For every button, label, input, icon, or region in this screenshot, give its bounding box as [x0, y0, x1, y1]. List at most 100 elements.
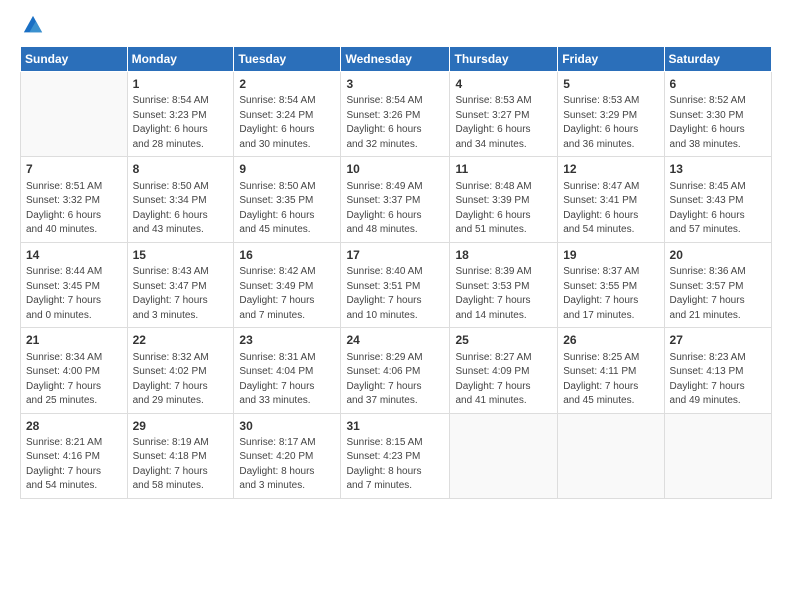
day-info: Sunset: 3:47 PM [133, 280, 229, 295]
day-info: Daylight: 7 hours [239, 294, 335, 309]
day-number: 18 [455, 247, 552, 264]
day-info: Sunrise: 8:23 AM [670, 351, 766, 366]
day-info: Sunrise: 8:47 AM [563, 180, 658, 195]
day-info: Sunset: 3:34 PM [133, 194, 229, 209]
calendar-day-cell: 15Sunrise: 8:43 AMSunset: 3:47 PMDayligh… [127, 242, 234, 327]
day-number: 24 [346, 332, 444, 349]
day-info: and 7 minutes. [239, 309, 335, 324]
calendar-day-cell: 24Sunrise: 8:29 AMSunset: 4:06 PMDayligh… [341, 328, 450, 413]
header-cell-sunday: Sunday [21, 47, 128, 72]
day-info: Daylight: 7 hours [670, 294, 766, 309]
day-info: and 3 minutes. [133, 309, 229, 324]
day-info: Sunrise: 8:50 AM [133, 180, 229, 195]
day-info: Sunrise: 8:36 AM [670, 265, 766, 280]
day-info: Sunset: 4:18 PM [133, 450, 229, 465]
day-info: and 45 minutes. [563, 394, 658, 409]
day-info: Sunrise: 8:31 AM [239, 351, 335, 366]
calendar-day-cell: 7Sunrise: 8:51 AMSunset: 3:32 PMDaylight… [21, 157, 128, 242]
day-number: 14 [26, 247, 122, 264]
day-info: and 49 minutes. [670, 394, 766, 409]
header-cell-wednesday: Wednesday [341, 47, 450, 72]
day-number: 22 [133, 332, 229, 349]
day-info: and 54 minutes. [563, 223, 658, 238]
calendar-day-cell: 23Sunrise: 8:31 AMSunset: 4:04 PMDayligh… [234, 328, 341, 413]
day-info: Daylight: 6 hours [239, 123, 335, 138]
day-info: and 0 minutes. [26, 309, 122, 324]
day-info: Daylight: 7 hours [26, 294, 122, 309]
day-number: 9 [239, 161, 335, 178]
day-info: and 28 minutes. [133, 138, 229, 153]
day-info: Daylight: 7 hours [346, 294, 444, 309]
day-info: Daylight: 7 hours [670, 380, 766, 395]
header [20, 16, 772, 36]
day-info: Sunset: 3:24 PM [239, 109, 335, 124]
calendar-day-cell: 31Sunrise: 8:15 AMSunset: 4:23 PMDayligh… [341, 413, 450, 498]
day-info: Daylight: 7 hours [455, 294, 552, 309]
calendar-day-cell: 2Sunrise: 8:54 AMSunset: 3:24 PMDaylight… [234, 72, 341, 157]
day-info: Sunrise: 8:15 AM [346, 436, 444, 451]
day-info: and 32 minutes. [346, 138, 444, 153]
day-number: 10 [346, 161, 444, 178]
day-info: Sunset: 3:55 PM [563, 280, 658, 295]
day-info: and 36 minutes. [563, 138, 658, 153]
day-info: and 41 minutes. [455, 394, 552, 409]
day-info: and 38 minutes. [670, 138, 766, 153]
day-info: Daylight: 6 hours [455, 209, 552, 224]
day-number: 5 [563, 76, 658, 93]
header-cell-friday: Friday [558, 47, 664, 72]
calendar-day-cell [558, 413, 664, 498]
calendar-day-cell [21, 72, 128, 157]
day-info: and 17 minutes. [563, 309, 658, 324]
day-info: Sunset: 4:02 PM [133, 365, 229, 380]
day-info: Sunset: 3:23 PM [133, 109, 229, 124]
day-info: and 30 minutes. [239, 138, 335, 153]
day-info: Daylight: 7 hours [133, 294, 229, 309]
calendar-week-row: 21Sunrise: 8:34 AMSunset: 4:00 PMDayligh… [21, 328, 772, 413]
header-cell-saturday: Saturday [664, 47, 771, 72]
day-info: and 29 minutes. [133, 394, 229, 409]
day-info: Sunrise: 8:42 AM [239, 265, 335, 280]
calendar-day-cell: 20Sunrise: 8:36 AMSunset: 3:57 PMDayligh… [664, 242, 771, 327]
day-info: Sunset: 4:04 PM [239, 365, 335, 380]
calendar-day-cell: 5Sunrise: 8:53 AMSunset: 3:29 PMDaylight… [558, 72, 664, 157]
day-info: and 57 minutes. [670, 223, 766, 238]
calendar: SundayMondayTuesdayWednesdayThursdayFrid… [20, 46, 772, 499]
day-info: Sunset: 4:09 PM [455, 365, 552, 380]
day-info: Sunrise: 8:32 AM [133, 351, 229, 366]
day-info: and 7 minutes. [346, 479, 444, 494]
day-number: 21 [26, 332, 122, 349]
day-info: Sunrise: 8:50 AM [239, 180, 335, 195]
day-info: and 33 minutes. [239, 394, 335, 409]
day-number: 4 [455, 76, 552, 93]
calendar-day-cell: 22Sunrise: 8:32 AMSunset: 4:02 PMDayligh… [127, 328, 234, 413]
day-info: Sunset: 3:30 PM [670, 109, 766, 124]
day-info: Sunrise: 8:40 AM [346, 265, 444, 280]
calendar-header: SundayMondayTuesdayWednesdayThursdayFrid… [21, 47, 772, 72]
day-info: and 37 minutes. [346, 394, 444, 409]
header-row: SundayMondayTuesdayWednesdayThursdayFrid… [21, 47, 772, 72]
calendar-day-cell [450, 413, 558, 498]
calendar-day-cell: 14Sunrise: 8:44 AMSunset: 3:45 PMDayligh… [21, 242, 128, 327]
day-info: Daylight: 6 hours [26, 209, 122, 224]
day-info: Daylight: 6 hours [563, 123, 658, 138]
day-number: 6 [670, 76, 766, 93]
day-info: Daylight: 6 hours [670, 123, 766, 138]
day-info: Daylight: 7 hours [26, 465, 122, 480]
day-number: 28 [26, 418, 122, 435]
calendar-day-cell: 21Sunrise: 8:34 AMSunset: 4:00 PMDayligh… [21, 328, 128, 413]
day-info: and 21 minutes. [670, 309, 766, 324]
day-number: 17 [346, 247, 444, 264]
day-info: and 40 minutes. [26, 223, 122, 238]
day-info: Daylight: 6 hours [133, 123, 229, 138]
day-info: Daylight: 6 hours [346, 123, 444, 138]
day-info: Sunset: 4:23 PM [346, 450, 444, 465]
day-info: and 34 minutes. [455, 138, 552, 153]
day-info: and 43 minutes. [133, 223, 229, 238]
day-info: Sunset: 3:49 PM [239, 280, 335, 295]
day-info: Sunrise: 8:25 AM [563, 351, 658, 366]
day-info: Daylight: 6 hours [346, 209, 444, 224]
calendar-day-cell: 6Sunrise: 8:52 AMSunset: 3:30 PMDaylight… [664, 72, 771, 157]
day-number: 3 [346, 76, 444, 93]
day-info: Sunrise: 8:54 AM [133, 94, 229, 109]
day-info: Sunset: 3:43 PM [670, 194, 766, 209]
